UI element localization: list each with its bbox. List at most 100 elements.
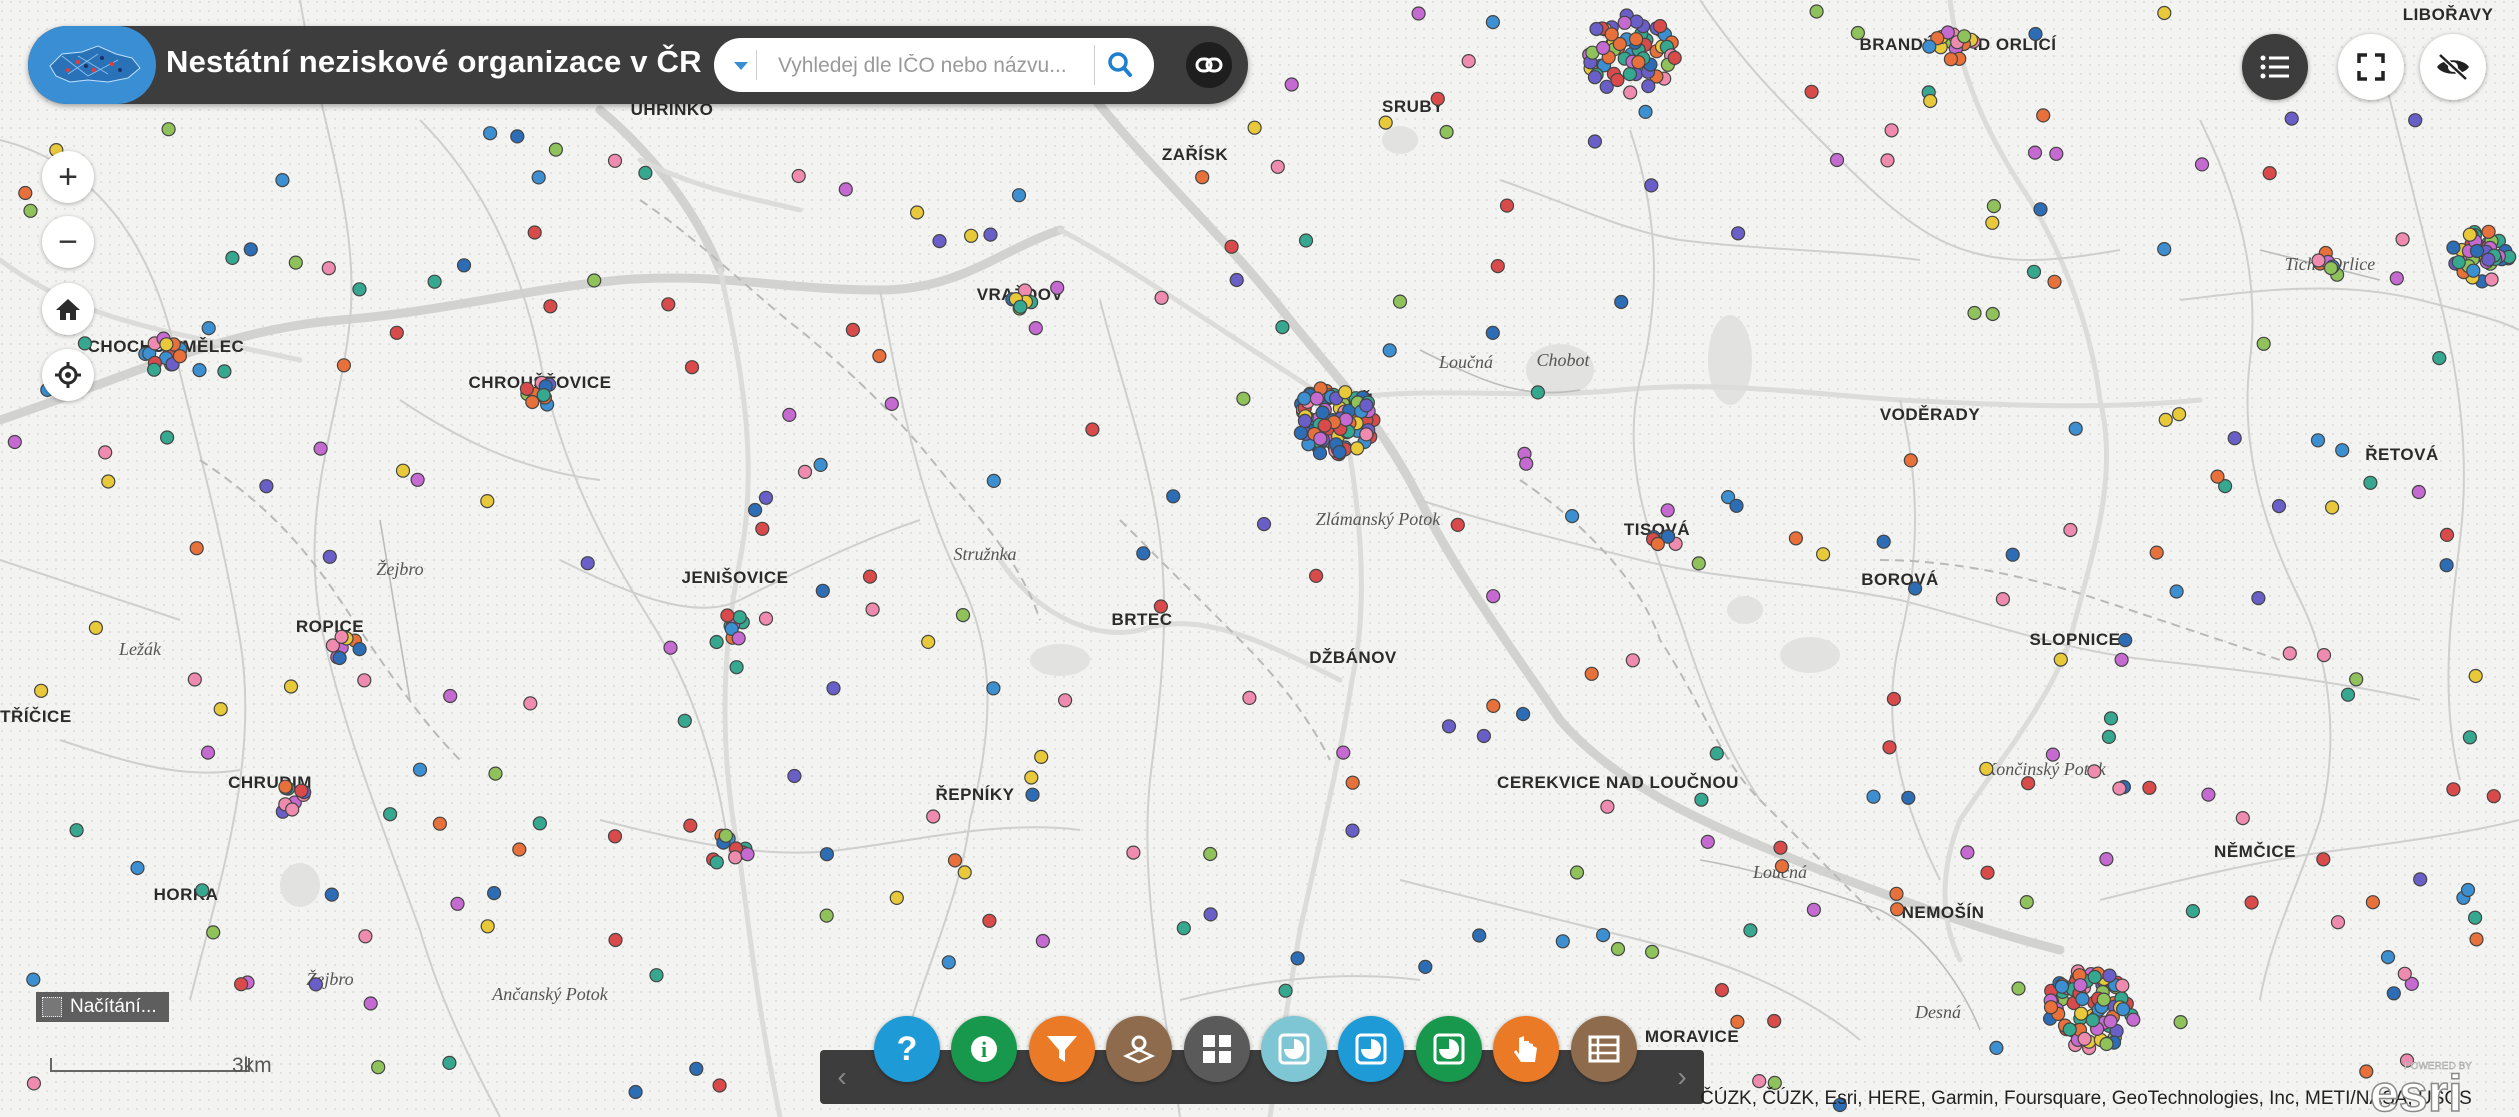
organization-point[interactable] — [1880, 153, 1895, 168]
locate-button[interactable] — [42, 349, 94, 401]
organization-point[interactable] — [2389, 271, 2404, 286]
organization-point[interactable] — [1584, 666, 1599, 681]
organization-point[interactable] — [1587, 134, 1603, 149]
toolbar-prev-button[interactable]: ‹ — [820, 1050, 864, 1104]
organization-point[interactable] — [1476, 728, 1492, 744]
organization-point[interactable] — [512, 842, 527, 857]
organization-point[interactable] — [1349, 441, 1365, 456]
organization-point[interactable] — [2451, 255, 2466, 270]
organization-point[interactable] — [1652, 19, 1668, 34]
organization-point[interactable] — [234, 977, 249, 992]
organization-point[interactable] — [389, 325, 404, 340]
organization-point[interactable] — [324, 887, 339, 902]
organization-point[interactable] — [1275, 320, 1290, 335]
organization-point[interactable] — [2099, 851, 2114, 867]
organization-point[interactable] — [2112, 781, 2127, 796]
organization-point[interactable] — [1293, 425, 1309, 440]
organization-point[interactable] — [1236, 391, 1251, 406]
organization-point[interactable] — [889, 890, 904, 906]
organization-point[interactable] — [2074, 1006, 2089, 1021]
organization-point[interactable] — [2185, 903, 2200, 919]
organization-point[interactable] — [510, 129, 525, 144]
organization-point[interactable] — [2468, 910, 2483, 925]
organization-point[interactable] — [2310, 433, 2326, 448]
organization-point[interactable] — [480, 919, 495, 934]
organization-point[interactable] — [308, 977, 323, 992]
organization-point[interactable] — [2284, 111, 2299, 126]
organization-point[interactable] — [1985, 306, 2000, 322]
organization-point[interactable] — [2036, 108, 2051, 123]
organization-point[interactable] — [661, 297, 676, 312]
organization-point[interactable] — [2251, 590, 2266, 606]
organization-point[interactable] — [1743, 923, 1758, 938]
organization-point[interactable] — [2484, 272, 2499, 287]
organization-point[interactable] — [1317, 418, 1332, 433]
organization-point[interactable] — [1884, 123, 1899, 138]
organization-point[interactable] — [1806, 902, 1822, 917]
organization-point[interactable] — [1587, 70, 1603, 85]
tool-button-chart-3[interactable] — [1415, 1016, 1482, 1082]
organization-point[interactable] — [947, 853, 963, 868]
organization-point[interactable] — [1499, 198, 1515, 213]
share-link-button[interactable] — [1186, 42, 1232, 88]
organization-point[interactable] — [1804, 84, 1819, 99]
organization-point[interactable] — [33, 683, 49, 698]
organization-point[interactable] — [225, 250, 240, 265]
organization-point[interactable] — [1057, 693, 1073, 708]
organization-point[interactable] — [159, 337, 174, 352]
organization-point[interactable] — [1876, 534, 1891, 549]
organization-point[interactable] — [1604, 27, 1619, 42]
organization-point[interactable] — [1555, 934, 1570, 949]
organization-point[interactable] — [2395, 232, 2410, 247]
organization-point[interactable] — [2481, 252, 2496, 267]
organization-point[interactable] — [352, 641, 367, 657]
organization-point[interactable] — [797, 464, 813, 479]
organization-point[interactable] — [941, 955, 956, 970]
organization-point[interactable] — [2101, 729, 2116, 745]
organization-point[interactable] — [720, 608, 735, 623]
organization-point[interactable] — [395, 463, 411, 478]
organization-point[interactable] — [2194, 157, 2210, 172]
organization-point[interactable] — [1278, 983, 1293, 998]
organization-point[interactable] — [336, 358, 351, 373]
organization-point[interactable] — [2063, 522, 2078, 538]
search-input[interactable] — [776, 46, 1080, 86]
organization-point[interactable] — [1886, 691, 1902, 707]
home-button[interactable] — [42, 283, 94, 335]
organization-point[interactable] — [2033, 202, 2048, 217]
organization-point[interactable] — [628, 1084, 643, 1100]
tool-button-help[interactable]: ? — [874, 1016, 940, 1082]
organization-point[interactable] — [1995, 591, 2011, 607]
organization-point[interactable] — [1629, 14, 1644, 29]
organization-point[interactable] — [278, 779, 293, 794]
czech-map-logo-icon[interactable] — [28, 26, 156, 104]
organization-point[interactable] — [2446, 240, 2461, 255]
organization-point[interactable] — [1729, 498, 1744, 513]
organization-point[interactable] — [432, 816, 447, 831]
organization-point[interactable] — [1519, 456, 1534, 471]
organization-point[interactable] — [427, 274, 442, 289]
organization-point[interactable] — [1378, 115, 1393, 130]
tool-button-attribute-table[interactable] — [1570, 1016, 1637, 1082]
organization-point[interactable] — [1359, 398, 1374, 413]
organization-point[interactable] — [456, 258, 472, 273]
organization-point[interactable] — [321, 261, 336, 276]
organization-point[interactable] — [1176, 921, 1191, 936]
organization-point[interactable] — [1418, 959, 1433, 975]
organization-point[interactable] — [1270, 159, 1285, 174]
organization-point[interactable] — [2028, 26, 2043, 42]
organization-point[interactable] — [1439, 124, 1454, 140]
organization-point[interactable] — [69, 823, 84, 838]
organization-point[interactable] — [1644, 178, 1659, 193]
organization-point[interactable] — [2114, 652, 2129, 667]
organization-point[interactable] — [2262, 166, 2277, 181]
organization-point[interactable] — [791, 168, 806, 184]
organization-point[interactable] — [285, 802, 300, 817]
organization-point[interactable] — [527, 225, 542, 240]
organization-point[interactable] — [1154, 290, 1169, 305]
organization-point[interactable] — [410, 472, 425, 487]
zoom-in-button[interactable]: + — [42, 151, 94, 203]
organization-point[interactable] — [2103, 711, 2119, 726]
organization-point[interactable] — [982, 913, 997, 928]
organization-point[interactable] — [2049, 146, 2064, 161]
